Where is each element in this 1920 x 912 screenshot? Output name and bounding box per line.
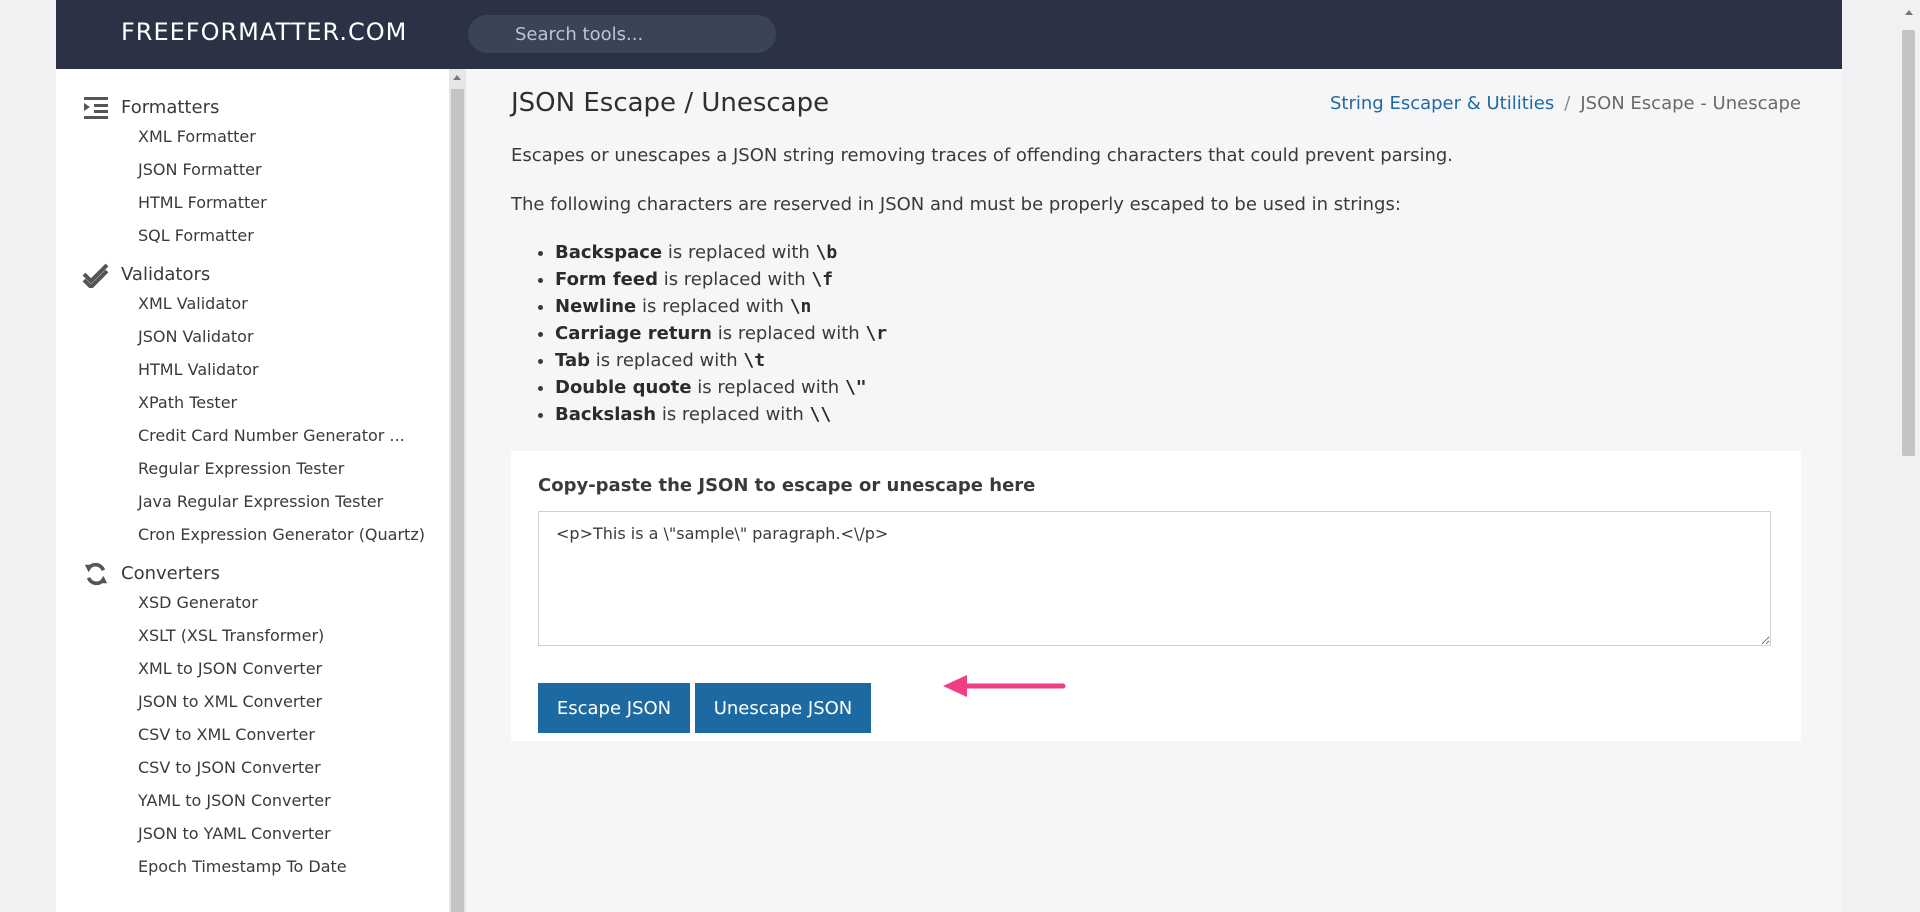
breadcrumb-separator: / — [1564, 93, 1571, 114]
sidebar-section-validators[interactable]: Validators — [56, 256, 449, 291]
sidebar-item-yaml-to-json[interactable]: YAML to JSON Converter — [56, 788, 449, 821]
sidebar-item-json-to-yaml[interactable]: JSON to YAML Converter — [56, 821, 449, 854]
reserved-char-name: Backslash — [555, 404, 657, 425]
page-scrollbar[interactable] — [1898, 0, 1920, 912]
intro-text: Escapes or unescapes a JSON string remov… — [511, 145, 1454, 166]
sidebar: Formatters XML Formatter JSON Formatter … — [56, 69, 449, 912]
sidebar-item-cron-generator[interactable]: Cron Expression Generator (Quartz) — [56, 522, 438, 555]
sidebar-item-xml-to-json[interactable]: XML to JSON Converter — [56, 656, 449, 689]
reserved-char-code: \n — [789, 296, 812, 317]
sidebar-item-json-formatter[interactable]: JSON Formatter — [56, 157, 449, 190]
unescape-json-button[interactable]: Unescape JSON — [695, 683, 871, 733]
sidebar-item-html-validator[interactable]: HTML Validator — [56, 357, 449, 390]
page-title: JSON Escape / Unescape — [511, 88, 830, 118]
reserved-char-text: is replaced with — [661, 404, 804, 425]
reserved-char-text: is replaced with — [663, 269, 806, 290]
reserved-char-code: \\ — [809, 404, 832, 425]
sidebar-item-xslt[interactable]: XSLT (XSL Transformer) — [56, 623, 449, 656]
sidebar-section-title: Validators — [121, 264, 211, 285]
site-logo[interactable]: FREEFORMATTER.COM — [121, 18, 407, 46]
breadcrumb-parent-link[interactable]: String Escaper & Utilities — [1330, 93, 1554, 114]
sidebar-item-sql-formatter[interactable]: SQL Formatter — [56, 223, 449, 256]
pointer-arrow-icon — [943, 675, 1066, 697]
search-box[interactable] — [468, 15, 776, 53]
json-input-label: Copy-paste the JSON to escape or unescap… — [538, 475, 1036, 496]
sidebar-section-title: Formatters — [121, 97, 220, 118]
page-scrollbar-thumb[interactable] — [1902, 30, 1915, 456]
escape-form-card: Copy-paste the JSON to escape or unescap… — [511, 451, 1801, 741]
list-item: Backspace is replaced with \b — [555, 239, 887, 266]
sidebar-item-html-formatter[interactable]: HTML Formatter — [56, 190, 449, 223]
sidebar-item-xpath-tester[interactable]: XPath Tester — [56, 390, 449, 423]
breadcrumb: String Escaper & Utilities / JSON Escape -… — [1330, 93, 1801, 114]
sidebar-section-title: Converters — [121, 563, 221, 584]
sidebar-item-csv-to-xml[interactable]: CSV to XML Converter — [56, 722, 449, 755]
reserved-char-text: is replaced with — [595, 350, 738, 371]
reserved-char-name: Carriage return — [555, 323, 712, 344]
double-check-icon — [82, 263, 109, 288]
sidebar-item-xml-validator[interactable]: XML Validator — [56, 291, 449, 324]
sidebar-item-epoch-timestamp[interactable]: Epoch Timestamp To Date — [56, 854, 449, 887]
escape-json-button[interactable]: Escape JSON — [538, 683, 690, 733]
list-item: Form feed is replaced with \f — [555, 266, 887, 293]
reserved-char-code: \t — [743, 350, 766, 371]
sidebar-item-xml-formatter[interactable]: XML Formatter — [56, 124, 449, 157]
top-navbar: FREEFORMATTER.COM — [56, 0, 1842, 69]
reserved-chars-list: Backspace is replaced with \b Form feed … — [511, 239, 887, 428]
sidebar-scrollbar[interactable] — [449, 69, 466, 912]
list-item: Backslash is replaced with \\ — [555, 401, 887, 428]
list-item: Double quote is replaced with \" — [555, 374, 887, 401]
reserved-char-name: Tab — [555, 350, 590, 371]
list-item: Tab is replaced with \t — [555, 347, 887, 374]
sidebar-item-regex-tester[interactable]: Regular Expression Tester — [56, 456, 449, 489]
refresh-icon — [84, 562, 108, 586]
reserved-char-code: \b — [815, 242, 838, 263]
reserved-char-text: is replaced with — [667, 242, 810, 263]
sidebar-item-json-validator[interactable]: JSON Validator — [56, 324, 449, 357]
reserved-char-name: Double quote — [555, 377, 692, 398]
list-item: Carriage return is replaced with \r — [555, 320, 887, 347]
reserved-char-text: is replaced with — [642, 296, 784, 317]
page-frame: FREEFORMATTER.COM Formatters XML Formatt… — [56, 0, 1842, 912]
reserved-char-name: Form feed — [555, 269, 658, 290]
sidebar-section-formatters[interactable]: Formatters — [56, 89, 449, 124]
reserved-char-code: \f — [811, 269, 834, 290]
sidebar-item-xsd-generator[interactable]: XSD Generator — [56, 590, 449, 623]
reserved-char-name: Backspace — [555, 242, 663, 263]
reserved-char-text: is replaced with — [717, 323, 860, 344]
sidebar-scrollbar-thumb[interactable] — [451, 89, 464, 912]
list-item: Newline is replaced with \n — [555, 293, 887, 320]
reserved-char-code: \r — [865, 323, 888, 344]
reserved-char-code: \" — [844, 377, 867, 398]
search-icon — [484, 26, 497, 39]
indent-list-icon — [84, 97, 108, 119]
breadcrumb-current: JSON Escape - Unescape — [1580, 93, 1801, 114]
reserved-char-text: is replaced with — [697, 377, 840, 398]
sidebar-item-java-regex-tester[interactable]: Java Regular Expression Tester — [56, 489, 449, 522]
scroll-up-arrow-icon[interactable] — [1905, 10, 1913, 15]
reserved-intro-text: The following characters are reserved in… — [511, 194, 1401, 215]
json-input-textarea[interactable]: <p>This is a \"sample\" paragraph.<\/p> — [538, 511, 1771, 646]
sidebar-item-credit-card-generator[interactable]: Credit Card Number Generator ... — [56, 423, 449, 456]
sidebar-section-converters[interactable]: Converters — [56, 555, 449, 590]
search-input[interactable] — [515, 15, 765, 53]
scroll-up-arrow-icon[interactable] — [453, 75, 461, 80]
reserved-char-name: Newline — [555, 296, 637, 317]
sidebar-item-json-to-xml[interactable]: JSON to XML Converter — [56, 689, 449, 722]
sidebar-item-csv-to-json[interactable]: CSV to JSON Converter — [56, 755, 449, 788]
